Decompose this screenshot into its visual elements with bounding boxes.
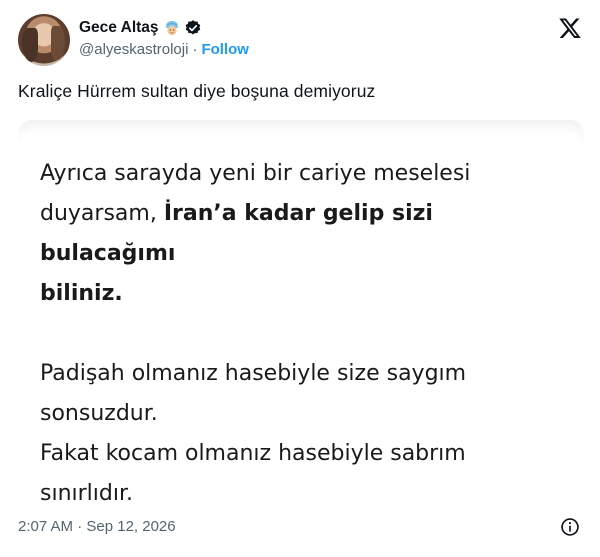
name-row: Gece Altaş	[79, 18, 249, 38]
author-info: Gece Altaş @alyeskastroloji · Follow	[79, 18, 249, 58]
tweet-footer: 2:07 AM · Sep 12, 2026	[18, 516, 584, 538]
media-line: sınırlıdır.	[40, 481, 133, 506]
avatar-hair-left	[22, 28, 38, 62]
display-name[interactable]: Gece Altaş	[79, 19, 159, 37]
tweet-header: Gece Altaş @alyeskastroloji · Follow	[18, 14, 584, 66]
media-text-block: Ayrıca sarayda yeni bir cariye meselesi …	[40, 154, 570, 514]
info-icon[interactable]	[560, 517, 580, 537]
timestamp[interactable]: 2:07 AM · Sep 12, 2026	[18, 518, 176, 535]
media-line-bold: biliniz.	[40, 281, 123, 306]
media-line-plain: duyarsam,	[40, 201, 164, 226]
verified-badge-icon	[185, 20, 200, 35]
x-logo-icon[interactable]	[558, 16, 582, 40]
avatar-hair-right	[51, 26, 65, 60]
media-line: Fakat kocam olmanız hasebiyle sabrım	[40, 441, 466, 466]
media-line: sonsuzdur.	[40, 401, 158, 426]
media-line: duyarsam, İran’a kadar gelip sizi bulaca…	[40, 194, 570, 274]
separator-dot: ·	[192, 41, 198, 58]
handle-row: @alyeskastroloji · Follow	[79, 41, 249, 58]
man-with-turban-emoji-icon	[165, 21, 178, 36]
media-line: Ayrıca sarayda yeni bir cariye meselesi	[40, 161, 471, 186]
media-line: biliniz.	[40, 274, 570, 314]
media-line: Padişah olmanız hasebiyle size saygım	[40, 361, 467, 386]
handle[interactable]: @alyeskastroloji	[79, 41, 188, 58]
follow-button[interactable]: Follow	[201, 41, 249, 58]
avatar[interactable]	[18, 14, 70, 66]
tweet-media-image[interactable]: Ayrıca sarayda yeni bir cariye meselesi …	[18, 120, 584, 506]
tweet-text: Kraliçe Hürrem sultan diye boşuna demiyo…	[18, 81, 376, 101]
